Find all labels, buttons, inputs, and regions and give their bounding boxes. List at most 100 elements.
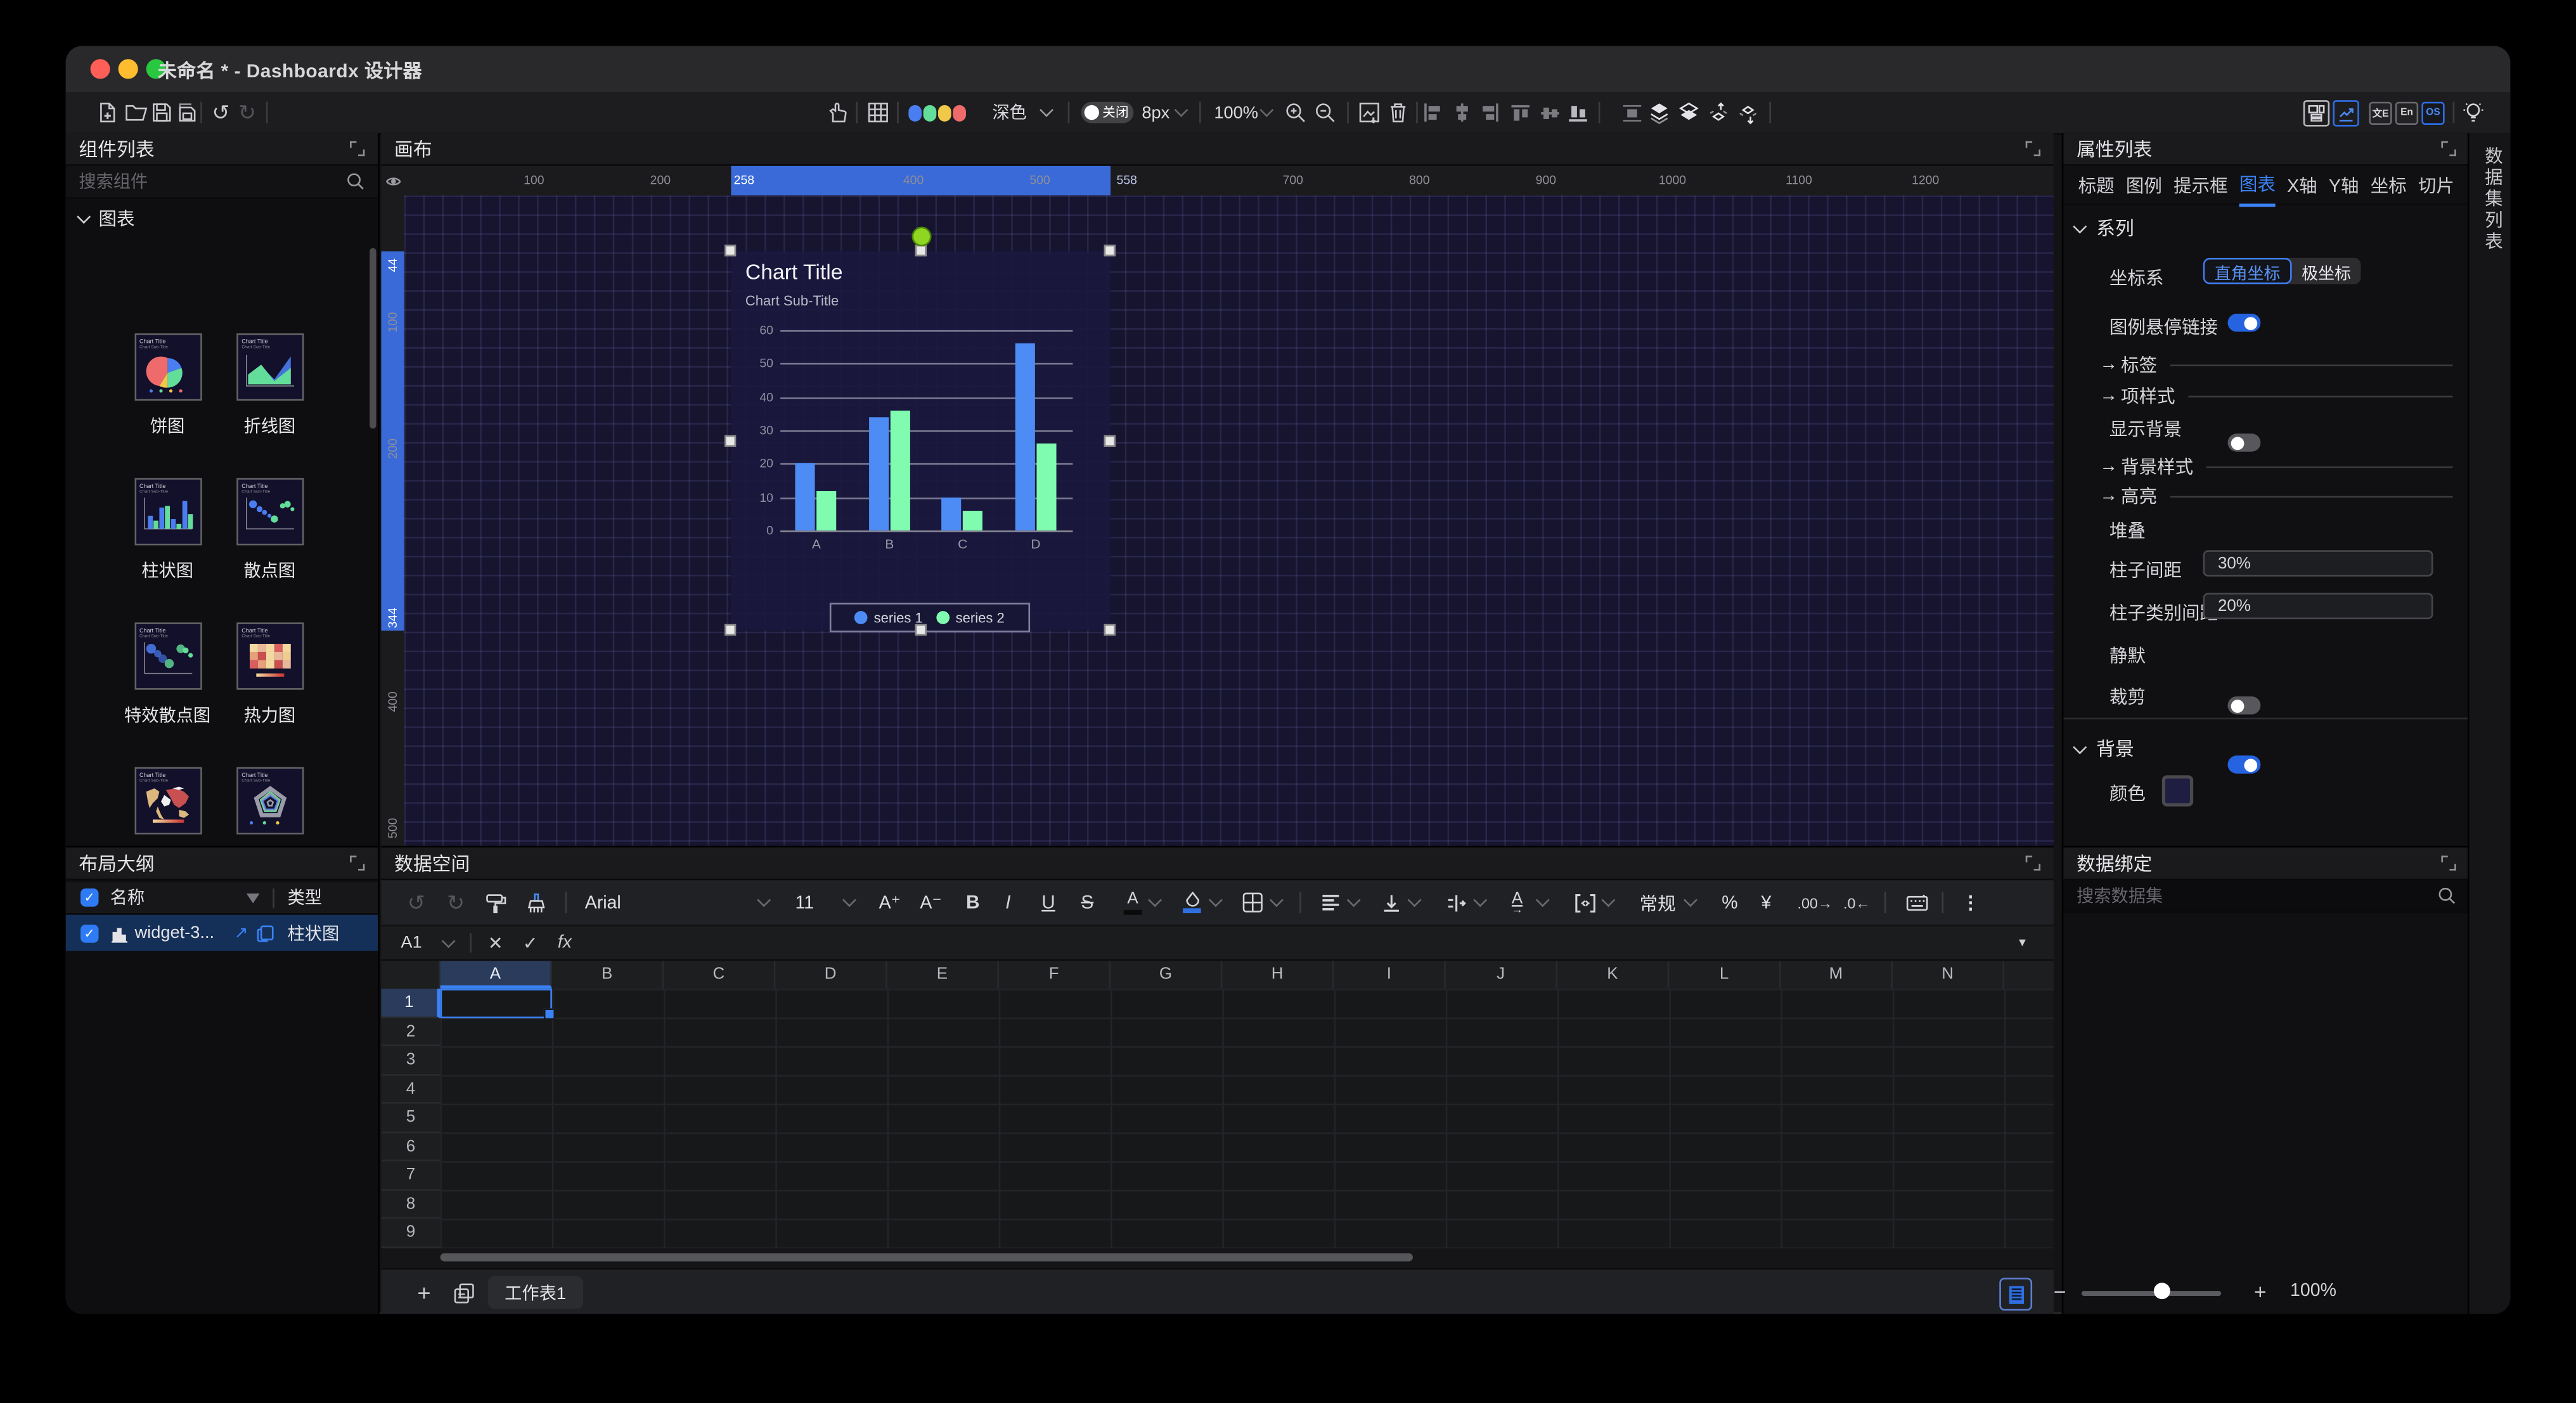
background-section-header[interactable]: 背景 [2075, 736, 2134, 762]
borders-button[interactable] [1242, 880, 1263, 925]
move-down-button[interactable] [1737, 92, 1760, 133]
expand-panel-icon[interactable] [2026, 141, 2040, 156]
decrease-decimal-button[interactable]: .0← [1843, 880, 1871, 925]
resize-arrow-icon[interactable]: ↗ [235, 924, 248, 942]
column-header-N[interactable]: N [1893, 961, 2004, 989]
zoom-in-button[interactable] [1285, 92, 1306, 133]
series 1-bar-B[interactable] [869, 417, 889, 530]
bg-style-collapsed-section[interactable]: →背景样式 [2099, 453, 2452, 479]
grid-toggle-button[interactable] [867, 92, 889, 133]
series-section-header[interactable]: 系列 [2075, 215, 2134, 241]
series 1-bar-A[interactable] [796, 464, 816, 530]
copy-icon[interactable] [256, 924, 274, 942]
align-right-button[interactable] [1480, 92, 1500, 133]
rotate-handle[interactable] [912, 226, 932, 246]
format-painter-button[interactable] [485, 880, 508, 925]
send-to-back-button[interactable] [1677, 92, 1700, 133]
row-header-2[interactable]: 2 [381, 1018, 440, 1046]
font-size-select[interactable]: 11 [795, 880, 814, 925]
save-button[interactable] [151, 92, 172, 133]
label-collapsed-section[interactable]: →标签 [2099, 352, 2452, 378]
zoom-chevron-down-icon[interactable] [1262, 92, 1272, 133]
cell-reference-box[interactable]: A1 [401, 933, 467, 952]
zoom-slider-track[interactable] [2082, 1291, 2221, 1296]
h-align-button[interactable] [1321, 880, 1341, 925]
tab-slice[interactable]: 切片 [2418, 165, 2454, 204]
series 1-bar-D[interactable] [1015, 343, 1035, 530]
chart-group-header[interactable]: 图表 [79, 205, 134, 231]
selected-cell-a1[interactable] [441, 989, 552, 1017]
row-checkbox[interactable]: ✓ [80, 924, 99, 942]
legend-item[interactable]: series 2 [936, 609, 1005, 625]
zoom-slider-knob[interactable] [2154, 1283, 2170, 1299]
font-family-select[interactable]: Arial [585, 880, 621, 925]
散点图-thumbnail[interactable]: Chart TitleChart Sub-Title [236, 478, 304, 545]
legend-item[interactable]: series 1 [854, 609, 923, 625]
insert-function-button[interactable]: fx [558, 933, 572, 952]
rotate-chevron-icon[interactable] [1538, 880, 1548, 925]
more-options-button[interactable]: ⋮ [1962, 880, 1980, 925]
translate-to-en-button[interactable]: 文E [2369, 92, 2392, 133]
undo-button[interactable]: ↺ [212, 92, 229, 133]
column-header-C[interactable]: C [664, 961, 775, 989]
柱状图-thumbnail[interactable]: Chart TitleChart Sub-Title [134, 478, 202, 545]
cartesian-option[interactable]: 直角坐标 [2203, 258, 2292, 284]
series 1-bar-C[interactable] [942, 497, 962, 530]
bar-category-gap-input[interactable]: 20% [2203, 593, 2433, 619]
font-chevron-down-icon[interactable] [759, 880, 769, 925]
row-header-6[interactable]: 6 [381, 1132, 440, 1161]
zoom-out-sheet-button[interactable]: − [2054, 1279, 2066, 1304]
tab-x-axis[interactable]: X轴 [2287, 165, 2317, 204]
chart-legend[interactable]: series 1 series 2 [829, 603, 1029, 632]
column-header-B[interactable]: B [552, 961, 664, 989]
polar-option[interactable]: 极坐标 [2292, 258, 2361, 284]
close-window-button[interactable] [91, 59, 110, 79]
特效散点图-thumbnail[interactable]: Chart TitleChart Sub-Title [134, 622, 202, 689]
selection-handle[interactable] [915, 245, 926, 257]
size-chevron-down-icon[interactable] [844, 880, 854, 925]
bar-gap-input[interactable]: 30% [2203, 550, 2433, 576]
align-bottom-button[interactable] [1568, 92, 1589, 133]
fill-color-chevron-icon[interactable] [1211, 880, 1221, 925]
fill-color-button[interactable] [1183, 880, 1201, 925]
dataset-list-vertical-tab[interactable]: 数据集列表 [2479, 146, 2505, 253]
row-header-4[interactable]: 4 [381, 1075, 440, 1103]
zoom-out-button[interactable] [1314, 92, 1336, 133]
sheet-list-icon[interactable] [454, 1282, 475, 1304]
radius-chevron-down-icon[interactable] [1176, 92, 1187, 133]
v-align-chevron-icon[interactable] [1410, 880, 1420, 925]
bold-button[interactable]: B [966, 880, 980, 925]
column-header-F[interactable]: F [999, 961, 1111, 989]
selection-handle[interactable] [1104, 625, 1116, 636]
column-header-H[interactable]: H [1222, 961, 1334, 989]
text-color-chevron-icon[interactable] [1150, 880, 1160, 925]
v-align-button[interactable] [1382, 880, 1401, 925]
sheet-tab-active[interactable]: 工作表1 [488, 1276, 583, 1309]
row-header-3[interactable]: 3 [381, 1046, 440, 1075]
merge-chevron-icon[interactable] [1604, 880, 1614, 925]
tab-coordinate[interactable]: 坐标 [2371, 165, 2407, 204]
center-in-canvas-button[interactable] [1621, 92, 1643, 133]
layout-mode-button[interactable] [2303, 92, 2329, 133]
折线图-thumbnail[interactable]: Chart TitleChart Sub-Title [236, 333, 304, 400]
number-format-select[interactable]: 常规 [1640, 880, 1676, 925]
tab-y-axis[interactable]: Y轴 [2329, 165, 2359, 204]
row-header-7[interactable]: 7 [381, 1161, 440, 1189]
expand-panel-icon[interactable] [350, 141, 364, 156]
expand-panel-icon[interactable] [350, 855, 364, 870]
column-header-L[interactable]: L [1669, 961, 1781, 989]
merge-cells-button[interactable] [1574, 880, 1597, 925]
sheet-horizontal-scrollbar[interactable] [441, 1253, 1413, 1262]
open-file-button[interactable] [125, 92, 148, 133]
text-color-button[interactable]: A [1124, 880, 1142, 925]
align-middle-button[interactable] [1540, 92, 1561, 133]
series 2-bar-C[interactable] [963, 510, 983, 530]
fill-handle[interactable] [543, 1008, 555, 1020]
align-left-button[interactable] [1423, 92, 1443, 133]
series 2-bar-D[interactable] [1036, 444, 1056, 530]
redo-button[interactable]: ↻ [238, 92, 256, 133]
shortcut-keys-button[interactable] [1906, 880, 1929, 925]
align-top-button[interactable] [1510, 92, 1531, 133]
filter-funnel-icon[interactable] [247, 893, 260, 903]
tab-chart[interactable]: 图表 [2239, 163, 2276, 206]
